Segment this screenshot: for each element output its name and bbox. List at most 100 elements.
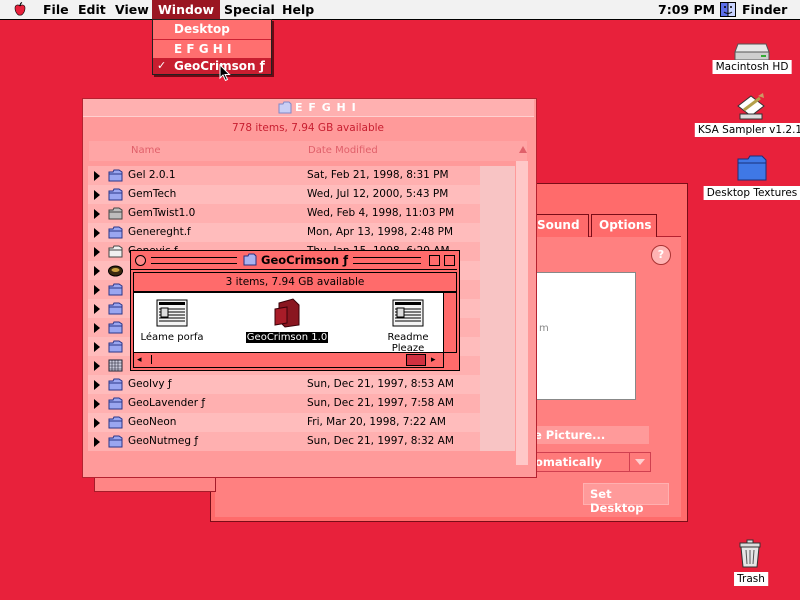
- efghi-title: E F G H I: [295, 101, 357, 114]
- set-desktop-button[interactable]: Set Desktop: [583, 483, 669, 515]
- window-menu-item-desktop[interactable]: Desktop: [153, 20, 292, 38]
- column-date-header[interactable]: Date Modified: [308, 145, 378, 156]
- trash-icon[interactable]: Trash: [730, 538, 772, 588]
- row-scroll-area: [480, 337, 515, 356]
- window-menu-item-efghi[interactable]: E F G H I: [153, 40, 292, 58]
- help-glyph: ?: [657, 248, 665, 261]
- scroll-right-icon[interactable]: ▸: [431, 355, 436, 365]
- folder-icon: [108, 435, 123, 448]
- disclosure-triangle-icon[interactable]: [94, 190, 100, 200]
- list-item[interactable]: Genereght.f Mon, Apr 13, 1998, 2:48 PM: [88, 223, 515, 242]
- desktop-preview-area: m: [533, 272, 636, 400]
- list-item[interactable]: GemTwist1.0 Wed, Feb 4, 1998, 11:03 PM: [88, 204, 515, 223]
- disclosure-triangle-icon[interactable]: [94, 437, 100, 447]
- document-icon: [156, 299, 188, 327]
- position-select-value: omatically: [535, 455, 603, 469]
- disclosure-triangle-icon[interactable]: [94, 342, 100, 352]
- menu-file[interactable]: File: [37, 0, 75, 19]
- disclosure-triangle-icon[interactable]: [94, 304, 100, 314]
- geocrimson-app-file[interactable]: GeoCrimson 1.0: [244, 297, 330, 345]
- geocrimson-icon-view: Léame porfa GeoCrimson 1.0 Readme Pleaze: [133, 292, 444, 354]
- folder-icon: [108, 169, 123, 182]
- zoom-box-icon[interactable]: [429, 255, 440, 266]
- geocrimson-title-bar[interactable]: GeoCrimson ƒ: [131, 251, 457, 270]
- menu-edit[interactable]: Edit: [72, 0, 112, 19]
- select-picture-button[interactable]: e Picture...: [533, 426, 649, 444]
- list-item[interactable]: GeoLavender ƒ Sun, Dec 21, 1997, 7:58 AM: [88, 394, 515, 413]
- menu-view[interactable]: View: [109, 0, 155, 19]
- menu-clock[interactable]: 7:09 PM: [652, 0, 721, 19]
- disclosure-triangle-icon[interactable]: [94, 266, 100, 276]
- folder-icon: [108, 416, 123, 429]
- row-scroll-area: [480, 185, 515, 204]
- menu-help[interactable]: Help: [276, 0, 320, 19]
- collapse-box-icon[interactable]: [444, 255, 455, 266]
- scroll-thumb[interactable]: [406, 354, 426, 366]
- readme-pleaze-file[interactable]: Readme Pleaze: [372, 297, 444, 354]
- column-name-header[interactable]: Name: [131, 145, 161, 156]
- disclosure-triangle-icon[interactable]: [94, 399, 100, 409]
- efghi-title-bar[interactable]: E F G H I: [83, 99, 534, 117]
- folder-icon: [108, 226, 123, 239]
- file-name: GeoIvy ƒ: [128, 378, 172, 390]
- list-item[interactable]: GeoIvy ƒ Sun, Dec 21, 1997, 8:53 AM: [88, 375, 515, 394]
- file-name: GemTech: [128, 188, 177, 200]
- geocrimson-status: 3 items, 7.94 GB available: [133, 272, 457, 292]
- preview-text: m: [539, 323, 549, 334]
- leame-porfa-label: Léame porfa: [140, 332, 204, 343]
- gray-folder-icon: [108, 207, 123, 220]
- geocrimson-title: GeoCrimson ƒ: [261, 253, 349, 267]
- file-date: Fri, Mar 20, 1998, 7:22 AM: [307, 416, 446, 428]
- disclosure-triangle-icon[interactable]: [94, 380, 100, 390]
- geocrimson-window: GeoCrimson ƒ 3 items, 7.94 GB available …: [130, 250, 460, 371]
- file-name: Gel 2.0.1: [128, 169, 176, 181]
- window-menu-item-geocrimson-highlight[interactable]: ✓ GeoCrimson ƒ: [153, 58, 271, 74]
- tab-options[interactable]: Options: [591, 214, 657, 237]
- desktop-textures-folder-icon[interactable]: Desktop Textures: [703, 153, 800, 201]
- tab-sound[interactable]: Sound: [533, 214, 589, 237]
- geocrimson-horizontal-scrollbar[interactable]: ◂ ▸: [133, 352, 444, 368]
- disclosure-triangle-icon[interactable]: [94, 323, 100, 333]
- finder-icon[interactable]: [720, 2, 736, 17]
- folder-icon: [108, 378, 123, 391]
- menu-app-finder[interactable]: Finder: [736, 0, 793, 19]
- close-box-icon[interactable]: [135, 255, 146, 266]
- geocrimson-vertical-scrollbar[interactable]: [443, 292, 457, 353]
- file-date: Sun, Dec 21, 1997, 8:53 AM: [307, 378, 454, 390]
- folder-icon: [278, 101, 292, 114]
- sort-direction-icon[interactable]: [519, 146, 527, 153]
- file-date: Wed, Jul 12, 2000, 5:43 PM: [307, 188, 449, 200]
- row-scroll-area: [480, 318, 515, 337]
- file-date: Mon, Apr 13, 1998, 2:48 PM: [307, 226, 454, 238]
- list-item[interactable]: GeoNutmeg ƒ Sun, Dec 21, 1997, 8:32 AM: [88, 432, 515, 451]
- menu-special[interactable]: Special: [218, 0, 281, 19]
- macintosh-hd-icon[interactable]: Macintosh HD: [712, 38, 792, 74]
- disclosure-triangle-icon[interactable]: [94, 285, 100, 295]
- menu-window[interactable]: Window: [152, 0, 221, 19]
- apple-menu-icon[interactable]: [13, 2, 27, 17]
- disclosure-triangle-icon[interactable]: [94, 209, 100, 219]
- disclosure-triangle-icon[interactable]: [94, 228, 100, 238]
- folder-icon: [108, 188, 123, 201]
- list-item[interactable]: GeoNeon Fri, Mar 20, 1998, 7:22 AM: [88, 413, 515, 432]
- tab-options-label: Options: [599, 218, 652, 232]
- disclosure-triangle-icon[interactable]: [94, 171, 100, 181]
- file-name: GeoNutmeg ƒ: [128, 435, 199, 447]
- list-item[interactable]: GemTech Wed, Jul 12, 2000, 5:43 PM: [88, 185, 515, 204]
- folder-icon: [108, 397, 123, 410]
- leame-porfa-file[interactable]: Léame porfa: [139, 297, 205, 345]
- scroll-left-icon[interactable]: ◂: [137, 355, 142, 365]
- ksa-sampler-icon[interactable]: KSA Sampler v1.2.1: [694, 92, 800, 138]
- row-scroll-area: [480, 413, 515, 432]
- disclosure-triangle-icon[interactable]: [94, 361, 100, 371]
- efghi-scrollbar[interactable]: [516, 161, 528, 465]
- menu-bar: File Edit View Window Special Help 7:09 …: [0, 0, 800, 20]
- file-date: Sun, Dec 21, 1997, 7:58 AM: [307, 397, 454, 409]
- help-icon[interactable]: ?: [651, 245, 671, 265]
- disclosure-triangle-icon[interactable]: [94, 247, 100, 257]
- disclosure-triangle-icon[interactable]: [94, 418, 100, 428]
- row-scroll-area: [480, 280, 515, 299]
- list-item[interactable]: Gel 2.0.1 Sat, Feb 21, 1998, 8:31 PM: [88, 166, 515, 185]
- row-scroll-area: [480, 261, 515, 280]
- position-select[interactable]: omatically: [533, 452, 651, 472]
